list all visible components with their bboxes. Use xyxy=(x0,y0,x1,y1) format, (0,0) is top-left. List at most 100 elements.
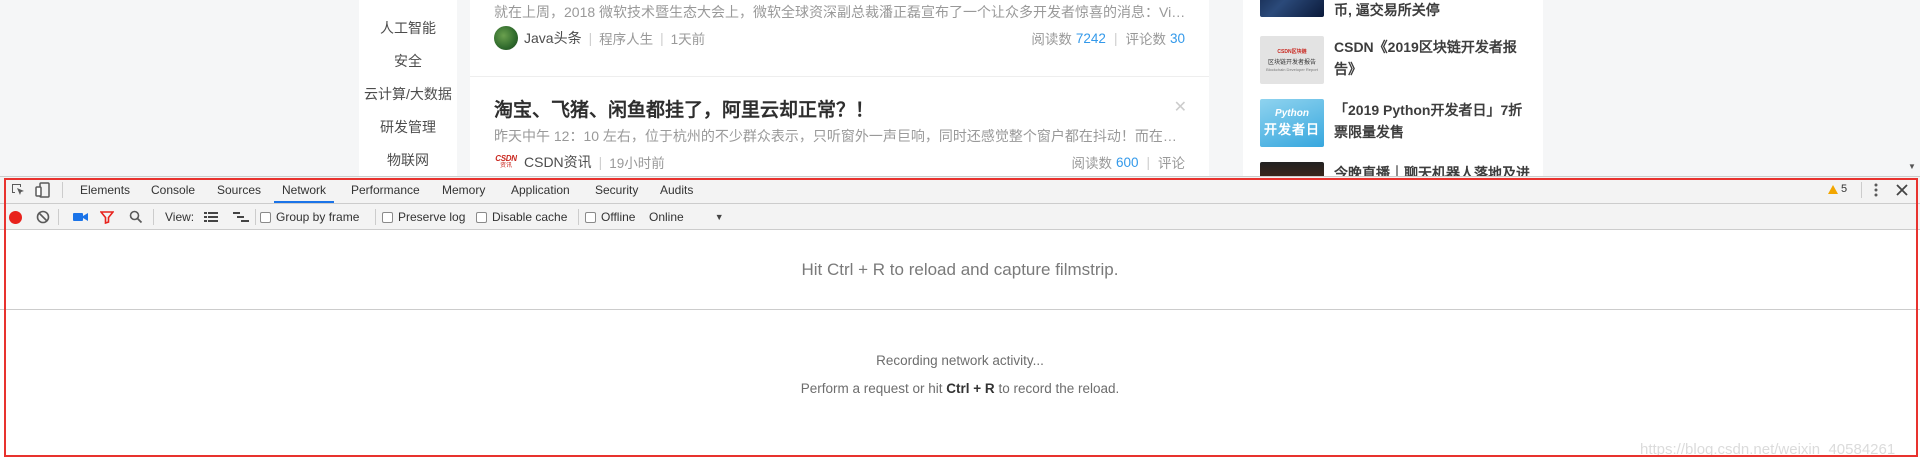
checkbox-label: Group by frame xyxy=(276,210,360,224)
more-options-icon[interactable] xyxy=(1868,182,1884,198)
toolbar-divider xyxy=(375,209,376,225)
nav-item-dev-management[interactable]: 研发管理 xyxy=(359,117,457,137)
chevron-down-icon: ▼ xyxy=(714,212,724,222)
tab-memory[interactable]: Memory xyxy=(434,177,493,203)
recording-instructions: Perform a request or hit Ctrl + R to rec… xyxy=(0,381,1920,396)
sidebar-recommendations: 币, 逼交易所关停 CSDN区块链 区块链开发者报告 Blockchain De… xyxy=(1243,0,1543,176)
article-title[interactable]: 淘宝、飞猪、闲鱼都挂了，阿里云却正常？！ xyxy=(494,95,874,122)
tab-network[interactable]: Network xyxy=(274,177,335,203)
close-devtools-icon[interactable] xyxy=(1894,182,1910,198)
inspect-element-icon[interactable] xyxy=(10,182,26,198)
recommend-item[interactable]: Python 开发者日 「2019 Python开发者日」7折票限量发售 xyxy=(1260,99,1530,149)
recommend-item[interactable]: 币, 逼交易所关停 xyxy=(1260,0,1530,19)
comments-label: 评论 xyxy=(1158,156,1185,171)
tab-elements[interactable]: Elements xyxy=(72,177,138,203)
separator: | xyxy=(660,30,664,46)
recommend-thumbnail[interactable] xyxy=(1260,0,1324,17)
article-tag[interactable]: 程序人生 xyxy=(599,28,653,48)
article-card[interactable]: 淘宝、飞猪、闲鱼都挂了，阿里云却正常？！ ✕ 昨天中午 12：10 左右，位于杭… xyxy=(470,77,1209,176)
group-by-frame-checkbox[interactable]: Group by frame xyxy=(260,204,359,230)
checkbox-label: Preserve log xyxy=(398,210,466,224)
capture-screenshots-button[interactable] xyxy=(73,204,89,230)
recommend-thumbnail[interactable]: Python 开发者日 xyxy=(1260,99,1324,147)
article-time: 19小时前 xyxy=(609,156,665,171)
filter-icon xyxy=(100,211,114,224)
recommend-title[interactable]: CSDN《2019区块链开发者报告》 xyxy=(1334,36,1530,80)
recommend-title[interactable]: 币, 逼交易所关停 xyxy=(1334,0,1530,21)
author-avatar[interactable] xyxy=(494,26,518,50)
recommend-thumbnail[interactable] xyxy=(1260,162,1324,176)
article-summary: 昨天中午 12：10 左右，位于杭州的不少群众表示，只听窗外一声巨响，同时还感觉… xyxy=(494,128,1190,144)
tab-sources[interactable]: Sources xyxy=(209,177,269,203)
separator: | xyxy=(1113,30,1118,46)
blog-watermark: https://blog.csdn.net/weixin_40584261 xyxy=(1640,441,1896,458)
comments-label: 评论数 xyxy=(1125,32,1166,47)
logo-subtext: 资讯 xyxy=(499,163,512,169)
search-icon xyxy=(129,210,143,224)
offline-checkbox[interactable]: Offline xyxy=(585,204,635,230)
recommend-item[interactable]: 今晚直播｜聊天机器人落地及进 xyxy=(1260,162,1530,176)
article-summary: 就在上周，2018 微软技术暨生态大会上，微软全球资深副总裁潘正磊宣布了一个让众… xyxy=(494,4,1190,20)
toolbar-divider xyxy=(255,209,256,225)
tab-console[interactable]: Console xyxy=(143,177,203,203)
thumb-text: Python xyxy=(1275,108,1309,119)
large-rows-button[interactable] xyxy=(204,204,218,230)
filter-button[interactable] xyxy=(100,204,114,230)
view-label: View: xyxy=(165,210,195,224)
article-stats: 阅读数 600 | 评论 xyxy=(1071,152,1185,172)
article-source[interactable]: Java头条 xyxy=(524,28,582,48)
article-source[interactable]: CSDN资讯 xyxy=(524,152,592,172)
video-camera-icon xyxy=(73,213,88,221)
recommend-title[interactable]: 今晚直播｜聊天机器人落地及进 xyxy=(1334,162,1530,176)
thumb-text: CSDN区块链 xyxy=(1277,49,1307,55)
preserve-log-checkbox[interactable]: Preserve log xyxy=(382,204,465,230)
separator: | xyxy=(1146,154,1150,170)
nav-item-security[interactable]: 安全 xyxy=(359,51,457,71)
clear-button[interactable] xyxy=(36,204,50,230)
tab-security[interactable]: Security xyxy=(587,177,646,203)
recommend-thumbnail[interactable]: CSDN区块链 区块链开发者报告 Blockchain Developer Re… xyxy=(1260,36,1324,84)
record-icon xyxy=(9,210,22,224)
disable-cache-checkbox[interactable]: Disable cache xyxy=(476,204,567,230)
network-toolbar: View: Group by frame Preserve log Disabl… xyxy=(0,204,1920,230)
article-meta: CSDN 资讯 CSDN资讯 | 19小时前 阅读数 600 | 评论 xyxy=(494,152,1185,172)
scroll-down-arrow-icon[interactable]: ▼ xyxy=(1904,162,1920,174)
csdn-logo-icon[interactable]: CSDN 资讯 xyxy=(494,153,518,171)
nav-item-ai[interactable]: 人工智能 xyxy=(359,18,457,38)
waterfall-icon xyxy=(233,212,249,222)
thumb-text: 区块链开发者报告 xyxy=(1267,60,1316,66)
checkbox-box xyxy=(382,211,393,223)
search-button[interactable] xyxy=(129,204,143,230)
nav-item-cloud-bigdata[interactable]: 云计算/大数据 xyxy=(359,84,457,104)
devtools-panel: Elements Console Sources Network Perform… xyxy=(0,176,1920,468)
close-icon[interactable]: ✕ xyxy=(1174,97,1187,117)
recommend-item[interactable]: CSDN区块链 区块链开发者报告 Blockchain Developer Re… xyxy=(1260,36,1530,86)
logo-text: CSDN xyxy=(495,154,517,163)
warnings-count: 5 xyxy=(1841,183,1848,195)
recording-status: Recording network activity... xyxy=(876,353,1044,368)
warning-icon xyxy=(1828,184,1838,194)
device-toolbar-icon[interactable] xyxy=(35,182,51,198)
reads-label: 阅读数 xyxy=(1071,156,1112,171)
article-stats: 阅读数 7242 | 评论数 30 xyxy=(1031,28,1185,48)
list-view-icon xyxy=(204,212,218,222)
instruction-text: to record the reload. xyxy=(994,381,1120,396)
record-button[interactable] xyxy=(9,204,22,230)
instruction-text: Perform a request or hit xyxy=(800,381,947,396)
thumb-text: 开发者日 xyxy=(1263,122,1320,137)
article-card[interactable]: 就在上周，2018 微软技术暨生态大会上，微软全球资深副总裁潘正磊宣布了一个让众… xyxy=(470,0,1209,70)
warnings-badge[interactable]: 5 xyxy=(1828,183,1847,195)
nav-item-iot[interactable]: 物联网 xyxy=(359,150,457,170)
recommend-title[interactable]: 「2019 Python开发者日」7折票限量发售 xyxy=(1334,99,1530,143)
tab-performance[interactable]: Performance xyxy=(343,177,428,203)
devtools-tabbar: Elements Console Sources Network Perform… xyxy=(0,177,1920,204)
article-time: 1天前 xyxy=(670,32,706,47)
filmstrip-area: Hit Ctrl + R to reload and capture films… xyxy=(0,231,1920,310)
tab-application[interactable]: Application xyxy=(503,177,578,203)
throttling-value: Online xyxy=(649,210,684,224)
overview-button[interactable] xyxy=(233,204,249,230)
tab-audits[interactable]: Audits xyxy=(652,177,701,203)
checkbox-label: Offline xyxy=(601,210,636,224)
shortcut-key: Ctrl + R xyxy=(946,381,995,396)
throttling-select[interactable]: Online ▼ xyxy=(649,204,724,230)
